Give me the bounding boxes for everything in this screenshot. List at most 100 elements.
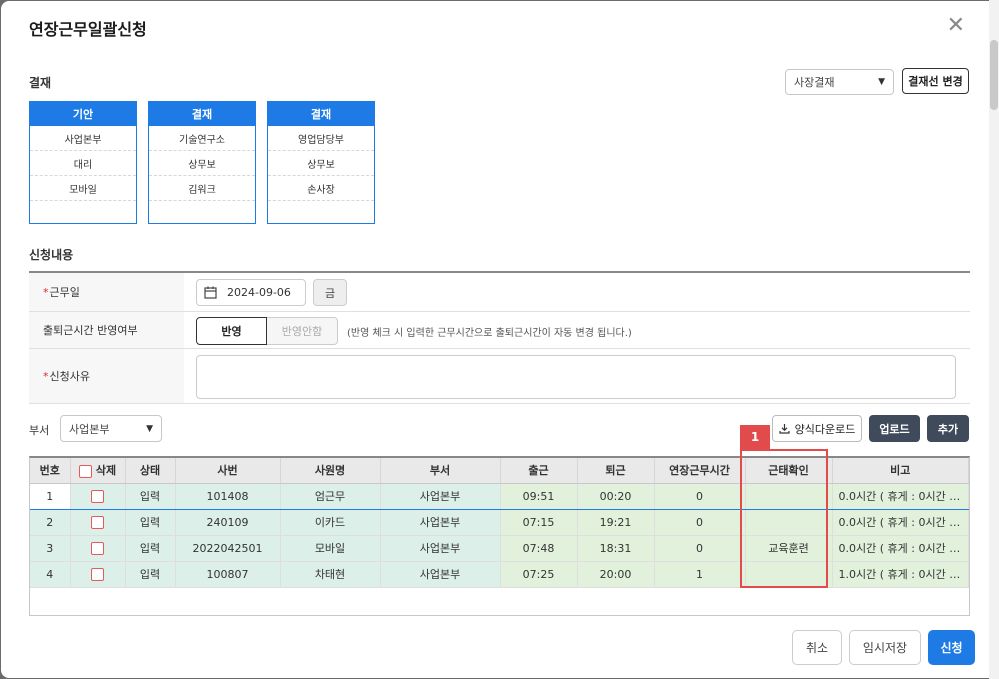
reason-row: * 신청사유 bbox=[29, 349, 970, 404]
approval-box-approver-1: 결재 기술연구소 상무보 김워크 bbox=[148, 101, 256, 224]
cancel-button[interactable]: 취소 bbox=[792, 630, 842, 665]
row-delete-cell bbox=[70, 509, 126, 536]
row-out[interactable]: 20:00 bbox=[577, 561, 655, 588]
row-overtime: 0 bbox=[654, 482, 746, 510]
work-date-row: * 근무일 2024-09-06 금 bbox=[29, 273, 970, 312]
row-delete-checkbox[interactable] bbox=[91, 567, 104, 581]
row-dept: 사업본부 bbox=[380, 509, 501, 536]
approval-section-label: 결재 bbox=[29, 76, 52, 90]
reflect-on-button[interactable]: 반영 bbox=[196, 317, 267, 345]
reflect-label: 출퇴근시간 반영여부 bbox=[29, 312, 184, 348]
col-header-attendance: 근태확인 bbox=[745, 458, 833, 484]
row-emp-id: 100807 bbox=[175, 561, 281, 588]
col-header-out: 퇴근 bbox=[577, 458, 655, 484]
reflect-row: 출퇴근시간 반영여부 반영 반영안함 (반영 체크 시 입력한 근무시간으로 출… bbox=[29, 312, 970, 349]
dept-filter-select[interactable]: 사업본부 ▼ bbox=[60, 415, 162, 442]
dialog-title: 연장근무일괄신청 bbox=[29, 20, 147, 39]
table-row[interactable]: 4 입력 100807 차태현 사업본부 07:25 20:00 1 1.0시간… bbox=[30, 561, 969, 588]
table-row[interactable]: 2 입력 240109 이카드 사업본부 07:15 19:21 0 0.0시간… bbox=[30, 509, 969, 536]
select-all-checkbox[interactable] bbox=[78, 464, 92, 478]
row-emp-id: 101408 bbox=[175, 482, 281, 510]
row-status: 입력 bbox=[125, 535, 176, 562]
chevron-down-icon: ▼ bbox=[146, 423, 153, 434]
row-attendance: 교육훈련 bbox=[745, 535, 833, 562]
row-no: 1 bbox=[30, 482, 71, 510]
page-scrollbar[interactable] bbox=[989, 0, 999, 679]
reflect-off-button[interactable]: 반영안함 bbox=[267, 317, 338, 345]
row-out[interactable]: 00:20 bbox=[577, 482, 655, 510]
table-row[interactable]: 3 입력 2022042501 모바일 사업본부 07:48 18:31 0 교… bbox=[30, 535, 969, 562]
col-header-name: 사원명 bbox=[280, 458, 381, 484]
weekday-badge: 금 bbox=[313, 279, 347, 306]
grid-header-row: 번호 삭제 상태 사번 사원명 부서 출근 퇴근 연장근무시간 근태확인 비고 bbox=[30, 458, 969, 484]
work-date-label: * 근무일 bbox=[29, 273, 184, 311]
row-out[interactable]: 18:31 bbox=[577, 535, 655, 562]
approval-dept: 영업담당부 bbox=[268, 126, 374, 151]
row-overtime: 0 bbox=[654, 509, 746, 536]
row-in[interactable]: 09:51 bbox=[500, 482, 578, 510]
approval-box-head: 기안 bbox=[30, 102, 136, 126]
approval-box-drafter: 기안 사업본부 대리 모바일 bbox=[29, 101, 137, 224]
approval-name: 김워크 bbox=[149, 176, 255, 201]
col-header-no: 번호 bbox=[30, 458, 71, 484]
reason-label: * 신청사유 bbox=[29, 349, 184, 403]
row-in[interactable]: 07:48 bbox=[500, 535, 578, 562]
row-out[interactable]: 19:21 bbox=[577, 509, 655, 536]
table-row[interactable]: 1 입력 101408 엄근무 사업본부 09:51 00:20 0 0.0시간… bbox=[30, 482, 969, 510]
row-no: 4 bbox=[30, 561, 71, 588]
template-download-label: 양식다운로드 bbox=[794, 422, 856, 436]
submit-button[interactable]: 신청 bbox=[928, 630, 975, 665]
row-delete-cell bbox=[70, 535, 126, 562]
change-approval-line-button[interactable]: 결재선 변경 bbox=[902, 68, 969, 94]
approval-position: 대리 bbox=[30, 151, 136, 176]
row-delete-checkbox[interactable] bbox=[91, 489, 104, 503]
reflect-note: (반영 체크 시 입력한 근무시간으로 출퇴근시간이 자동 변경 됩니다.) bbox=[347, 328, 632, 339]
upload-button[interactable]: 업로드 bbox=[869, 415, 920, 442]
chevron-down-icon: ▼ bbox=[878, 77, 885, 87]
work-date-input[interactable]: 2024-09-06 bbox=[196, 279, 306, 306]
row-attendance bbox=[745, 482, 833, 510]
scrollbar-thumb[interactable] bbox=[990, 40, 998, 110]
row-attendance bbox=[745, 509, 833, 536]
row-no: 2 bbox=[30, 509, 71, 536]
row-in[interactable]: 07:15 bbox=[500, 509, 578, 536]
col-header-remark: 비고 bbox=[832, 458, 969, 484]
save-draft-button[interactable]: 임시저장 bbox=[849, 630, 921, 665]
approval-line-select[interactable]: 사장결재 ▼ bbox=[785, 69, 894, 95]
row-status: 입력 bbox=[125, 509, 176, 536]
row-delete-cell bbox=[70, 561, 126, 588]
row-name: 차태현 bbox=[280, 561, 381, 588]
col-header-status: 상태 bbox=[125, 458, 176, 484]
col-header-delete[interactable]: 삭제 bbox=[70, 458, 126, 484]
row-emp-id: 2022042501 bbox=[175, 535, 281, 562]
row-overtime: 1 bbox=[654, 561, 746, 588]
add-button[interactable]: 추가 bbox=[927, 415, 969, 442]
row-delete-checkbox[interactable] bbox=[91, 541, 104, 555]
template-download-button[interactable]: 양식다운로드 bbox=[772, 415, 862, 442]
row-status: 입력 bbox=[125, 482, 176, 510]
row-delete-checkbox[interactable] bbox=[91, 515, 104, 529]
approval-dept: 사업본부 bbox=[30, 126, 136, 151]
reason-textarea[interactable] bbox=[196, 355, 956, 399]
employee-grid: 번호 삭제 상태 사번 사원명 부서 출근 퇴근 연장근무시간 근태확인 비고 … bbox=[29, 456, 970, 616]
col-header-overtime: 연장근무시간 bbox=[654, 458, 746, 484]
approval-box-head: 결재 bbox=[149, 102, 255, 126]
row-name: 이카드 bbox=[280, 509, 381, 536]
col-header-emp-id: 사번 bbox=[175, 458, 281, 484]
work-date-value: 2024-09-06 bbox=[227, 286, 291, 299]
request-form: * 근무일 2024-09-06 금 출퇴근시간 반영여부 반영 반영안함 (반영… bbox=[29, 271, 970, 404]
approval-name: 손사장 bbox=[268, 176, 374, 201]
row-status: 입력 bbox=[125, 561, 176, 588]
row-remark: 1.0시간 ( 휴게 : 0시간 … bbox=[832, 561, 969, 588]
row-remark: 0.0시간 ( 휴게 : 0시간 … bbox=[832, 535, 969, 562]
close-icon[interactable]: ✕ bbox=[947, 15, 965, 37]
approval-box-head: 결재 bbox=[268, 102, 374, 126]
row-remark: 0.0시간 ( 휴게 : 0시간 … bbox=[832, 482, 969, 510]
approval-name: 모바일 bbox=[30, 176, 136, 201]
row-in[interactable]: 07:25 bbox=[500, 561, 578, 588]
approval-dept: 기술연구소 bbox=[149, 126, 255, 151]
row-name: 엄근무 bbox=[280, 482, 381, 510]
approval-position: 상무보 bbox=[268, 151, 374, 176]
row-dept: 사업본부 bbox=[380, 561, 501, 588]
dept-filter-value: 사업본부 bbox=[69, 422, 110, 436]
